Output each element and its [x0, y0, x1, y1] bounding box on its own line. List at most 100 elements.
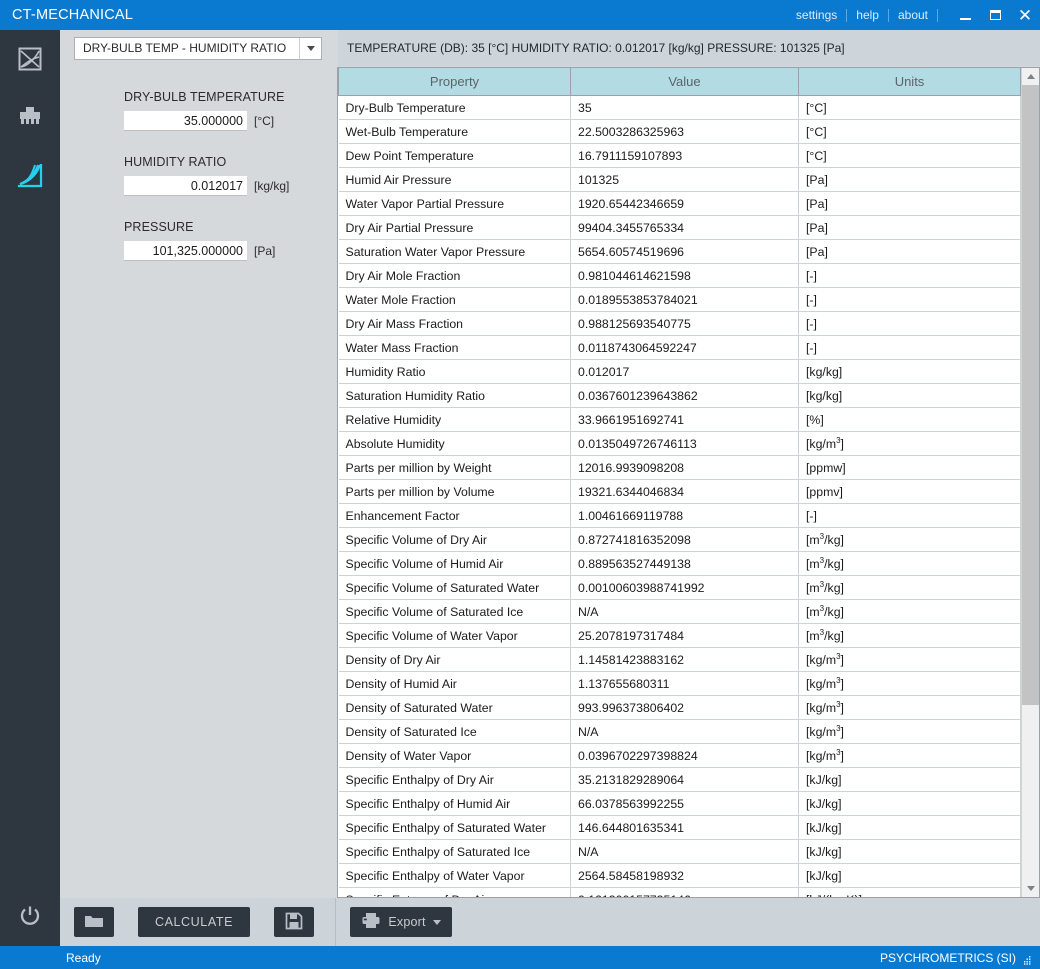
sidebar-item-psychrometric-chart[interactable]	[0, 34, 60, 88]
scroll-up-button[interactable]	[1022, 68, 1039, 85]
help-link[interactable]: help	[847, 0, 888, 30]
close-icon: ✕	[1017, 5, 1033, 25]
cell-value: 1.14581423883162	[570, 647, 799, 672]
power-button[interactable]	[0, 890, 60, 946]
cell-units: [ppmw]	[798, 455, 1021, 480]
cell-units: [ppmv]	[798, 479, 1021, 504]
minimize-button[interactable]	[950, 0, 980, 30]
table-row[interactable]: Water Vapor Partial Pressure 1920.6544234…	[338, 191, 1021, 216]
column-header-units[interactable]: Units	[798, 68, 1021, 96]
table-row[interactable]: Parts per million by Volume 19321.6344046…	[338, 479, 1021, 504]
calculate-button[interactable]: CALCULATE	[138, 907, 250, 937]
table-row[interactable]: Density of Dry Air 1.14581423883162 [kg/m3…	[338, 647, 1021, 672]
dry-bulb-temperature-input[interactable]	[124, 111, 247, 131]
cell-property: Humid Air Pressure	[338, 167, 571, 192]
cell-property: Enhancement Factor	[338, 503, 571, 528]
chevron-down-icon	[306, 45, 315, 51]
results-table-container: Property Value Units Dry-Bulb Temperatur…	[337, 67, 1040, 898]
cell-value: 16.7911159107893	[570, 143, 799, 168]
table-row[interactable]: Humidity Ratio 0.012017 [kg/kg]	[338, 359, 1021, 384]
cell-value: 0.889563527449138	[570, 551, 799, 576]
cell-property: Dew Point Temperature	[338, 143, 571, 168]
resize-grip-icon[interactable]	[1022, 954, 1032, 965]
scrollbar-thumb[interactable]	[1022, 85, 1039, 706]
cell-units: [°C]	[798, 95, 1021, 120]
pressure-input[interactable]	[124, 241, 247, 261]
table-row[interactable]: Specific Enthalpy of Water Vapor 2564.584…	[338, 863, 1021, 888]
mode-select-value: DRY-BULB TEMP - HUMIDITY RATIO	[83, 41, 287, 55]
chevron-down-icon[interactable]	[432, 919, 441, 925]
cell-property: Density of Dry Air	[338, 647, 571, 672]
table-row[interactable]: Specific Volume of Saturated Water 0.0010…	[338, 575, 1021, 600]
save-button[interactable]	[274, 907, 314, 937]
table-row[interactable]: Specific Volume of Humid Air 0.8895635274…	[338, 551, 1021, 576]
table-row[interactable]: Relative Humidity 33.9661951692741 [%]	[338, 407, 1021, 432]
table-row[interactable]: Humid Air Pressure 101325 [Pa]	[338, 167, 1021, 192]
table-row[interactable]: Specific Enthalpy of Humid Air 66.0378563…	[338, 791, 1021, 816]
table-row[interactable]: Density of Water Vapor 0.0396702297398824…	[338, 743, 1021, 768]
sidebar-item-air-handler[interactable]	[0, 92, 60, 146]
open-file-button[interactable]	[74, 907, 114, 937]
bottom-toolbar: CALCULATE Export	[60, 898, 1040, 946]
table-row[interactable]: Specific Entropy of Dry Air0.12130015773…	[338, 887, 1021, 897]
table-row[interactable]: Dew Point Temperature 16.7911159107893 [°C…	[338, 143, 1021, 168]
cell-units: [kJ/kg]	[798, 791, 1021, 816]
title-bar-actions: settings help about ✕	[787, 0, 1040, 30]
column-header-value[interactable]: Value	[570, 68, 799, 96]
table-row[interactable]: Dry Air Mole Fraction 0.981044614621598 [-…	[338, 263, 1021, 288]
about-link[interactable]: about	[889, 0, 937, 30]
cell-units: [m3/kg]	[798, 575, 1021, 600]
table-row[interactable]: Water Mole Fraction 0.0189553853784021 [-]	[338, 287, 1021, 312]
table-row[interactable]: Specific Enthalpy of Saturated Ice N/A [kJ…	[338, 839, 1021, 864]
cell-units: [kJ/kg]	[798, 815, 1021, 840]
table-row[interactable]: Saturation Humidity Ratio 0.0367601239643…	[338, 383, 1021, 408]
vertical-scrollbar[interactable]	[1021, 68, 1039, 897]
table-row[interactable]: Enhancement Factor 1.00461669119788 [-]	[338, 503, 1021, 528]
table-row[interactable]: Parts per million by Weight 12016.9939098…	[338, 455, 1021, 480]
cell-value: 0.981044614621598	[570, 263, 799, 288]
table-row[interactable]: Wet-Bulb Temperature 22.5003286325963 [°C]	[338, 119, 1021, 144]
mode-select-arrow[interactable]	[299, 37, 321, 59]
table-row[interactable]: Density of Saturated Water 993.9963738064…	[338, 695, 1021, 720]
table-row[interactable]: Specific Volume of Dry Air 0.872741816352…	[338, 527, 1021, 552]
table-row[interactable]: Water Mass Fraction 0.0118743064592247 [-]	[338, 335, 1021, 360]
cell-property: Saturation Water Vapor Pressure	[338, 239, 571, 264]
cell-units: [kg/kg]	[798, 383, 1021, 408]
maximize-button[interactable]	[980, 0, 1010, 30]
cell-property: Relative Humidity	[338, 407, 571, 432]
table-row[interactable]: Specific Volume of Water Vapor 25.2078197…	[338, 623, 1021, 648]
cell-property: Density of Humid Air	[338, 671, 571, 696]
table-row[interactable]: Specific Volume of Saturated Ice N/A [m3/k…	[338, 599, 1021, 624]
scroll-down-button[interactable]	[1022, 880, 1039, 897]
table-row[interactable]: Dry Air Partial Pressure 99404.3455765334…	[338, 215, 1021, 240]
table-row[interactable]: Dry Air Mass Fraction 0.988125693540775 [-…	[338, 311, 1021, 336]
table-row[interactable]: Saturation Water Vapor Pressure 5654.6057…	[338, 239, 1021, 264]
cell-value: 0.0396702297398824	[570, 743, 799, 768]
table-row[interactable]: Dry-Bulb Temperature 35 [°C]	[338, 95, 1021, 120]
export-button[interactable]: Export	[350, 907, 452, 937]
cell-value: 101325	[570, 167, 799, 192]
table-row[interactable]: Absolute Humidity 0.0135049726746113 [kg/m…	[338, 431, 1021, 456]
power-icon	[18, 904, 42, 933]
cell-value: 33.9661951692741	[570, 407, 799, 432]
table-row[interactable]: Density of Humid Air 1.137655680311 [kg/m3…	[338, 671, 1021, 696]
cell-units: [kg/kg]	[798, 359, 1021, 384]
sidebar-item-fan-curve[interactable]	[0, 150, 60, 204]
toolbar-left-group: CALCULATE	[60, 898, 336, 946]
cell-property: Dry Air Mass Fraction	[338, 311, 571, 336]
table-row[interactable]: Specific Enthalpy of Saturated Water 146.…	[338, 815, 1021, 840]
close-button[interactable]: ✕	[1010, 0, 1040, 30]
cell-property: Specific Volume of Saturated Water	[338, 575, 571, 600]
column-header-property[interactable]: Property	[338, 68, 571, 96]
cell-value: 0.0135049726746113	[570, 431, 799, 456]
humidity-ratio-input[interactable]	[124, 176, 247, 196]
cell-property: Specific Volume of Humid Air	[338, 551, 571, 576]
scrollbar-track[interactable]	[1022, 85, 1039, 880]
cell-value: 22.5003286325963	[570, 119, 799, 144]
table-row[interactable]: Density of Saturated Ice N/A [kg/m3]	[338, 719, 1021, 744]
settings-link[interactable]: settings	[787, 0, 846, 30]
results-table-scroll[interactable]: Property Value Units Dry-Bulb Temperatur…	[338, 68, 1021, 897]
mode-select[interactable]: DRY-BULB TEMP - HUMIDITY RATIO	[74, 36, 322, 60]
table-row[interactable]: Specific Enthalpy of Dry Air 35.213182928…	[338, 767, 1021, 792]
cell-units: [m3/kg]	[798, 527, 1021, 552]
